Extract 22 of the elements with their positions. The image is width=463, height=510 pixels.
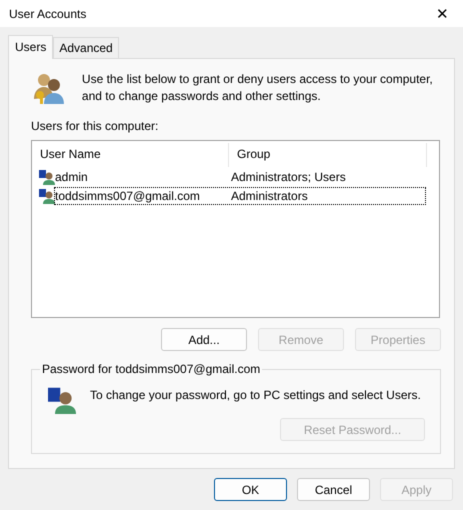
users-icon	[32, 71, 66, 105]
column-header[interactable]: User Name	[32, 143, 229, 167]
dialog-button[interactable]: Cancel	[297, 478, 370, 501]
user-icon	[39, 168, 55, 184]
table-cell[interactable]: admin	[55, 168, 231, 184]
table-cell[interactable]: Administrators; Users	[231, 168, 425, 184]
close-button[interactable]: ✕	[432, 4, 453, 22]
user-icon	[48, 386, 76, 414]
user-icon	[39, 188, 55, 204]
table-cell[interactable]: Administrators	[231, 188, 425, 204]
column-header[interactable]: Group	[229, 143, 427, 167]
users-list[interactable]: User Name Group admin Administrators; Users toddsimms007@gmail.com Administrators	[31, 140, 440, 318]
password-text: To change your password, go to PC settings and select Users.	[90, 388, 421, 402]
tab[interactable]: Advanced	[53, 37, 119, 58]
dialog-button[interactable]: OK	[214, 478, 287, 501]
list-label: Users for this computer:	[31, 119, 160, 133]
intro-text: Use the list below to grant or deny users access to your computer, and to change passwords and other settings.	[82, 71, 434, 105]
list-button[interactable]: Add...	[161, 328, 247, 351]
tab[interactable]: Users	[8, 35, 54, 59]
window-title: User Accounts	[9, 6, 86, 20]
table-cell[interactable]: toddsimms007@gmail.com	[55, 188, 231, 204]
group-title: Password for toddsimms007@gmail.com	[40, 362, 262, 376]
